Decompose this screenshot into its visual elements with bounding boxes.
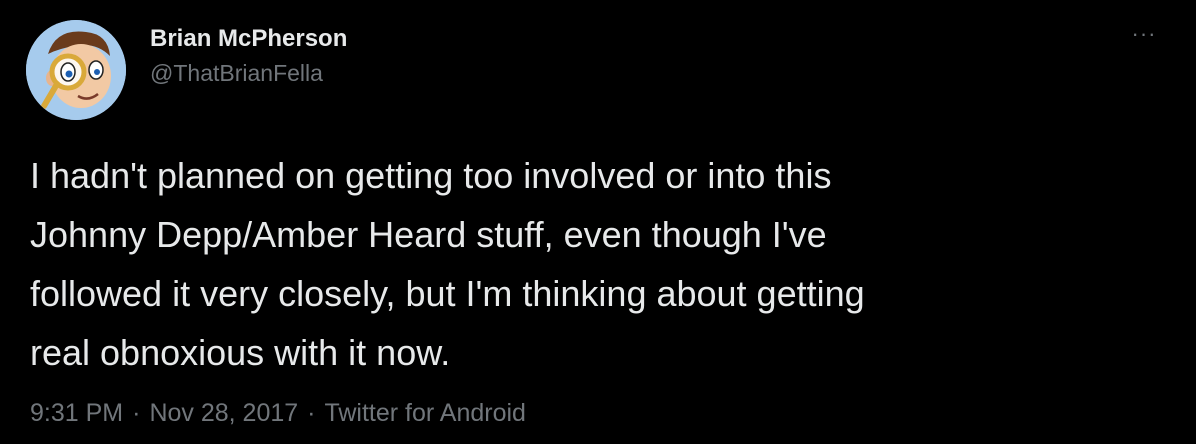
tweet-card: Brian McPherson @ThatBrianFella ··· I ha… — [0, 0, 1196, 444]
user-names: Brian McPherson @ThatBrianFella — [150, 22, 347, 90]
tweet-header: Brian McPherson @ThatBrianFella ··· — [26, 20, 1176, 120]
tweet-text: I hadn't planned on getting too involved… — [30, 155, 865, 373]
user-handle[interactable]: @ThatBrianFella — [150, 56, 347, 90]
tweet-date[interactable]: Nov 28, 2017 — [149, 399, 298, 427]
avatar[interactable] — [26, 20, 126, 120]
tweet-meta: 9:31 PM · Nov 28, 2017 · Twitter for Android — [30, 396, 526, 430]
display-name[interactable]: Brian McPherson — [150, 22, 347, 56]
more-options-icon[interactable]: ··· — [1126, 23, 1162, 45]
cartoon-avatar-icon — [26, 20, 126, 120]
tweet-time[interactable]: 9:31 PM — [30, 399, 123, 427]
tweet-source[interactable]: Twitter for Android — [324, 399, 525, 427]
meta-separator: · — [132, 399, 141, 427]
meta-separator: · — [307, 399, 316, 427]
